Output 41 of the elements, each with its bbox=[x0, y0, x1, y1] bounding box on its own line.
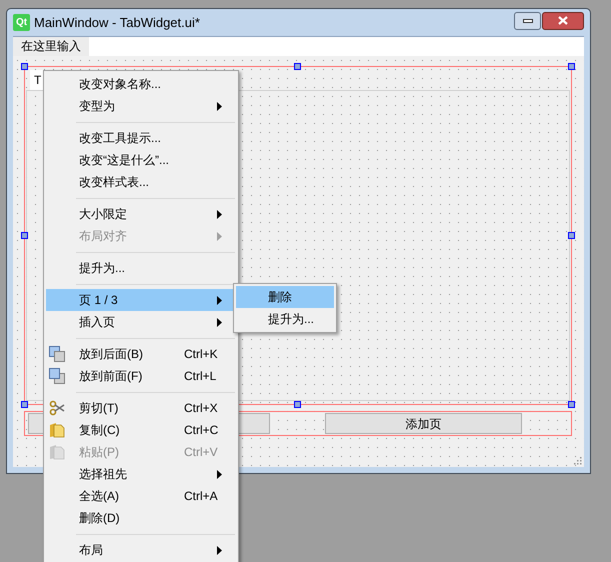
menu-item[interactable]: 插入页 bbox=[46, 311, 236, 333]
selection-handle[interactable] bbox=[21, 232, 28, 239]
close-button[interactable] bbox=[542, 12, 584, 30]
minimize-button[interactable] bbox=[514, 12, 541, 30]
menu-item[interactable]: 布局 bbox=[46, 539, 236, 561]
menu-item[interactable]: 放到后面(B) Ctrl+K bbox=[46, 343, 236, 365]
push-button[interactable]: 添加页 bbox=[325, 413, 522, 434]
menu-item[interactable]: 删除(D) bbox=[46, 507, 236, 529]
close-icon bbox=[558, 16, 568, 25]
selection-handle[interactable] bbox=[568, 63, 575, 70]
menu-item[interactable]: 全选(A) Ctrl+A bbox=[46, 485, 236, 507]
bring-front-icon bbox=[49, 368, 65, 384]
tab[interactable]: T bbox=[30, 70, 43, 90]
menu-item[interactable]: 放到前面(F) Ctrl+L bbox=[46, 365, 236, 387]
menu-item[interactable]: 改变“这是什么”... bbox=[46, 149, 236, 171]
menu-item[interactable]: 大小限定 bbox=[46, 203, 236, 225]
selection-handle[interactable] bbox=[294, 401, 301, 408]
menu-item[interactable]: 变型为 bbox=[46, 95, 236, 117]
selection-handle[interactable] bbox=[294, 63, 301, 70]
menu-item[interactable]: 提升为... bbox=[236, 308, 334, 330]
resize-grip-icon bbox=[574, 457, 582, 465]
selection-handle[interactable] bbox=[568, 401, 575, 408]
window-title: MainWindow - TabWidget.ui* bbox=[34, 14, 200, 32]
menu-item[interactable]: 选择祖先 bbox=[46, 463, 236, 485]
menu-item[interactable]: 复制(C) Ctrl+C bbox=[46, 419, 236, 441]
scissors-icon bbox=[49, 400, 65, 416]
selection-handle[interactable] bbox=[21, 401, 28, 408]
minimize-icon bbox=[522, 18, 532, 22]
menu-item[interactable]: 改变对象名称... bbox=[46, 73, 236, 95]
menu-item[interactable]: 删除 bbox=[236, 286, 334, 308]
qt-logo: Qt bbox=[13, 14, 30, 31]
menu-item[interactable]: 页 1 / 3 bbox=[46, 289, 236, 311]
menu-item[interactable]: 改变工具提示... bbox=[46, 127, 236, 149]
clipboard-icon bbox=[49, 444, 65, 460]
send-back-icon bbox=[49, 346, 65, 362]
menu-item[interactable]: 改变样式表... bbox=[46, 171, 236, 193]
selection-handle[interactable] bbox=[568, 232, 575, 239]
menu-item[interactable]: 提升为... bbox=[46, 257, 236, 279]
folder-icon bbox=[49, 422, 65, 438]
menu-item[interactable]: 在这里输入 bbox=[13, 37, 89, 56]
selection-handle[interactable] bbox=[21, 63, 28, 70]
